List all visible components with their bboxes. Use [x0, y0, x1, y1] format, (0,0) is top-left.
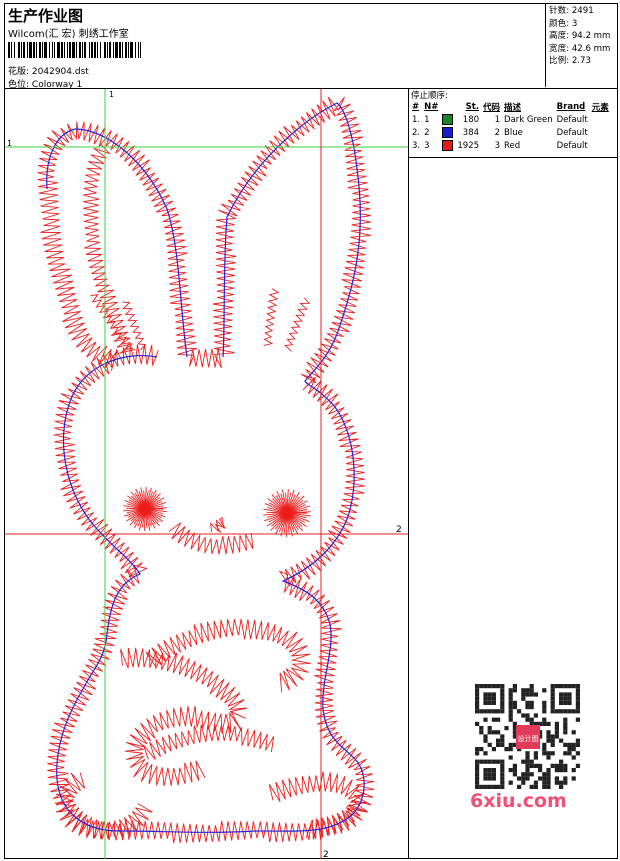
- guide-label-v1: 1: [109, 90, 114, 99]
- guide-label-h1: 1: [7, 139, 12, 148]
- col-needle: N#: [424, 101, 439, 112]
- company-name: Wilcom(汇 宏) 刺绣工作室: [8, 29, 129, 40]
- row-code: 3: [494, 140, 501, 151]
- design-file: 2042904.dst: [31, 67, 89, 77]
- table-row: 1. 1 180 1 Dark Green Default: [410, 113, 611, 126]
- col-code: 代码: [483, 102, 501, 113]
- row-description: Dark Green: [504, 114, 553, 125]
- page-title: 生产作业图: [8, 7, 84, 25]
- col-brand: Brand: [556, 101, 586, 112]
- row-needle: 1: [424, 114, 430, 125]
- row-stitches: 180: [462, 114, 480, 125]
- stop-sequence-table: # N# St. 代码 描述 Brand 元素 1. 1 180 1 Dark …: [410, 100, 611, 152]
- color-swatch: [442, 127, 454, 138]
- design-width: 宽度: 42.6 mm: [549, 43, 611, 54]
- embroidery-preview: 1 1 2 2: [5, 89, 408, 859]
- stop-sequence-panel: 停止顺序: # N# St. 代码 描述 Brand 元素 1. 1 180 1…: [409, 89, 618, 157]
- design-label: 花版:: [8, 67, 30, 77]
- barcode: [8, 42, 141, 58]
- guide-label-h2: 2: [396, 525, 402, 535]
- panel-divider: [408, 88, 409, 859]
- color-count: 颜色: 3: [549, 18, 578, 29]
- color-swatch: [442, 114, 454, 125]
- col-element: 元素: [591, 102, 609, 113]
- col-description: 描述: [504, 102, 522, 113]
- qr-badge-text: 设计图: [518, 734, 539, 743]
- row-description: Blue: [504, 127, 523, 138]
- design-line: 花版: 2042904.dst: [8, 64, 89, 77]
- header: 生产作业图 Wilcom(汇 宏) 刺绣工作室 花版: 2042904.dst …: [5, 4, 545, 90]
- row-code: 1: [494, 114, 501, 125]
- stitch-count: 针数: 2491: [549, 6, 594, 16]
- guide-label-v2: 2: [323, 850, 329, 859]
- row-brand: Default: [556, 140, 588, 151]
- table-row: 2. 2 384 2 Blue Default: [410, 126, 611, 139]
- row-index: 1.: [412, 114, 421, 125]
- row-brand: Default: [556, 114, 588, 125]
- stop-sequence-divider: [409, 157, 618, 158]
- watermark-text: 6xiu.com: [470, 790, 567, 812]
- color-swatch: [442, 140, 454, 151]
- row-index: 3.: [412, 140, 421, 151]
- row-index: 2.: [412, 127, 421, 138]
- scale-ratio: 比例: 2.73: [549, 56, 591, 66]
- row-stitches: 1925: [457, 140, 480, 151]
- row-needle: 2: [424, 127, 430, 138]
- stitch-outline-red: [37, 96, 375, 844]
- row-brand: Default: [556, 127, 588, 138]
- col-swatch: [440, 100, 455, 113]
- design-height: 高度: 94.2 mm: [549, 31, 611, 41]
- col-stitches: St.: [465, 101, 480, 112]
- row-stitches: 384: [462, 127, 480, 138]
- row-description: Red: [504, 140, 521, 151]
- row-needle: 3: [424, 140, 430, 151]
- table-row: 3. 3 1925 3 Red Default: [410, 139, 611, 152]
- col-index: #: [412, 101, 420, 112]
- stats-panel: 针数: 2491 颜色: 3 高度: 94.2 mm 宽度: 42.6 mm 比…: [545, 3, 618, 87]
- qr-code: 设计图: [472, 681, 584, 793]
- row-code: 2: [494, 127, 501, 138]
